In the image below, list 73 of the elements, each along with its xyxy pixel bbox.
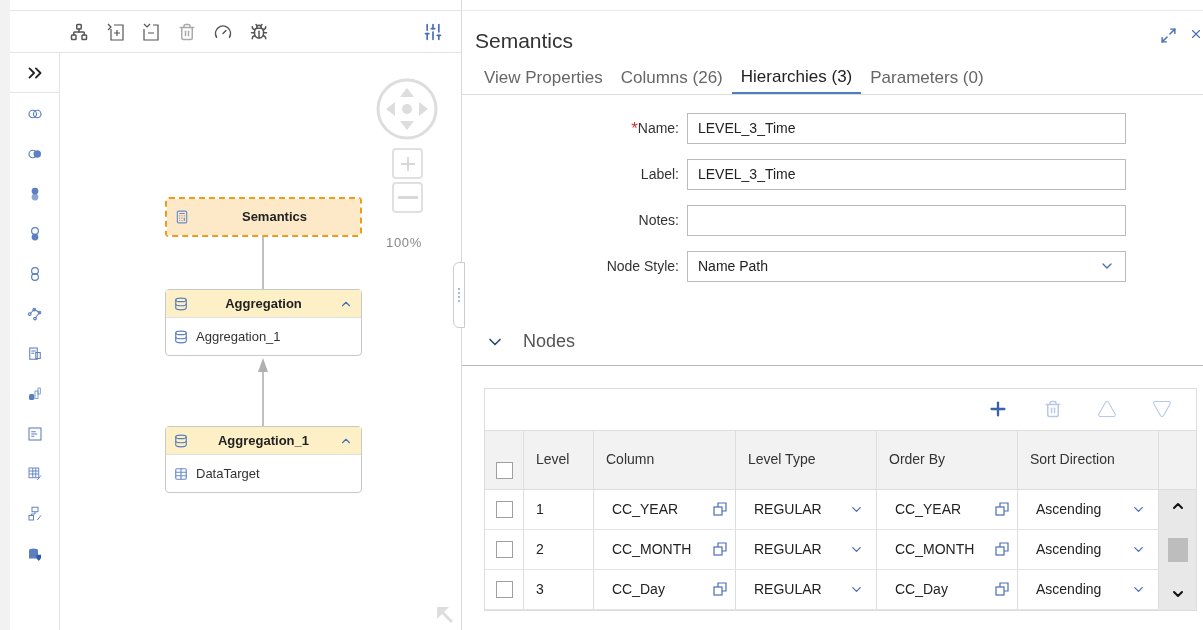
text-field[interactable]: LEVEL_3_Time <box>687 112 1126 144</box>
tab[interactable]: View Properties <box>475 62 612 94</box>
node-title: Aggregation_1 <box>217 431 310 450</box>
tab[interactable]: Hierarchies (3) <box>731 62 862 94</box>
value-help-icon[interactable] <box>713 582 727 596</box>
gauge-icon[interactable] <box>214 22 232 41</box>
value-help-icon[interactable] <box>995 582 1009 596</box>
database-icon <box>174 329 188 344</box>
sidebar-tool-icon[interactable] <box>25 465 44 483</box>
column-header: Sort Direction <box>1030 450 1115 469</box>
tab[interactable]: Columns (26) <box>611 62 732 94</box>
zoom-level: 100% <box>386 234 422 252</box>
field-label: Notes: <box>638 210 679 230</box>
database-icon <box>174 433 188 448</box>
table-cell-text: CC_MONTH <box>895 539 976 559</box>
delete-icon[interactable] <box>178 22 196 41</box>
table-cell-text: CC_Day <box>612 579 666 599</box>
add-node-icon[interactable] <box>106 22 124 41</box>
level-type-dropdown[interactable]: REGULAR <box>736 569 877 609</box>
table-cell-text: 3 <box>536 579 544 599</box>
table-icon <box>174 466 188 481</box>
value-help-icon[interactable] <box>713 542 727 556</box>
remove-node-icon[interactable] <box>142 22 160 41</box>
checkbox[interactable] <box>495 461 513 479</box>
field-label: Name: <box>637 118 679 138</box>
bug-icon[interactable] <box>250 22 268 41</box>
calculator-icon <box>175 210 189 224</box>
diagram-node[interactable]: Aggregation_1 DataTarget <box>165 426 362 493</box>
minus-icon <box>397 196 418 199</box>
node-style-dropdown[interactable]: Name Path <box>687 250 1126 282</box>
value-help-icon[interactable] <box>995 542 1009 556</box>
diagram-node[interactable]: Aggregation Aggregation_1 <box>165 289 362 356</box>
sidebar-tool-icon[interactable] <box>25 305 44 323</box>
column-header: Level <box>536 450 570 469</box>
text-field[interactable]: LEVEL_3_Time <box>687 158 1126 190</box>
field-label: Node Style: <box>606 256 679 276</box>
hierarchy-icon[interactable] <box>70 22 88 41</box>
close-icon[interactable] <box>1189 27 1203 41</box>
database-icon <box>174 296 188 311</box>
node-item: DataTarget <box>196 464 260 483</box>
value-help-icon[interactable] <box>995 502 1009 516</box>
table-cell-text: CC_YEAR <box>895 499 963 519</box>
panel-resize-handle[interactable] <box>453 262 465 328</box>
node-title: Aggregation <box>224 294 303 313</box>
table-cell-text: CC_Day <box>895 579 949 599</box>
checkbox[interactable] <box>495 580 513 598</box>
scrollbar-thumb[interactable] <box>1167 537 1188 562</box>
field-label: Label: <box>640 164 679 184</box>
level-type-dropdown[interactable]: REGULAR <box>736 489 877 529</box>
sidebar-tool-icon[interactable] <box>25 505 44 523</box>
flow-arrow <box>255 356 271 426</box>
checkbox[interactable] <box>495 540 513 558</box>
table-cell-text: CC_MONTH <box>612 539 693 559</box>
tab[interactable]: Parameters (0) <box>861 62 993 94</box>
column-header: Order By <box>889 450 945 469</box>
column-header: Level Type <box>748 450 816 469</box>
checkbox[interactable] <box>495 500 513 518</box>
level-type-dropdown[interactable]: REGULAR <box>736 529 877 569</box>
table-cell-text: 2 <box>536 539 544 559</box>
text-field[interactable] <box>687 204 1126 236</box>
maximize-icon[interactable] <box>1160 27 1177 44</box>
settings-icon[interactable] <box>423 21 443 42</box>
node-title: Semantics <box>240 208 308 227</box>
section-title: Nodes <box>523 330 576 353</box>
panel-title: Semantics <box>475 28 574 54</box>
required-asterisk: * <box>631 119 638 137</box>
table-cell-text: CC_YEAR <box>612 499 680 519</box>
scrollbar[interactable] <box>1159 489 1196 610</box>
diagram-node[interactable]: Semantics <box>165 197 362 237</box>
value-help-icon[interactable] <box>713 502 727 516</box>
table-cell-text: 1 <box>536 499 544 519</box>
column-header: Column <box>606 450 655 469</box>
node-item: Aggregation_1 <box>196 327 281 346</box>
